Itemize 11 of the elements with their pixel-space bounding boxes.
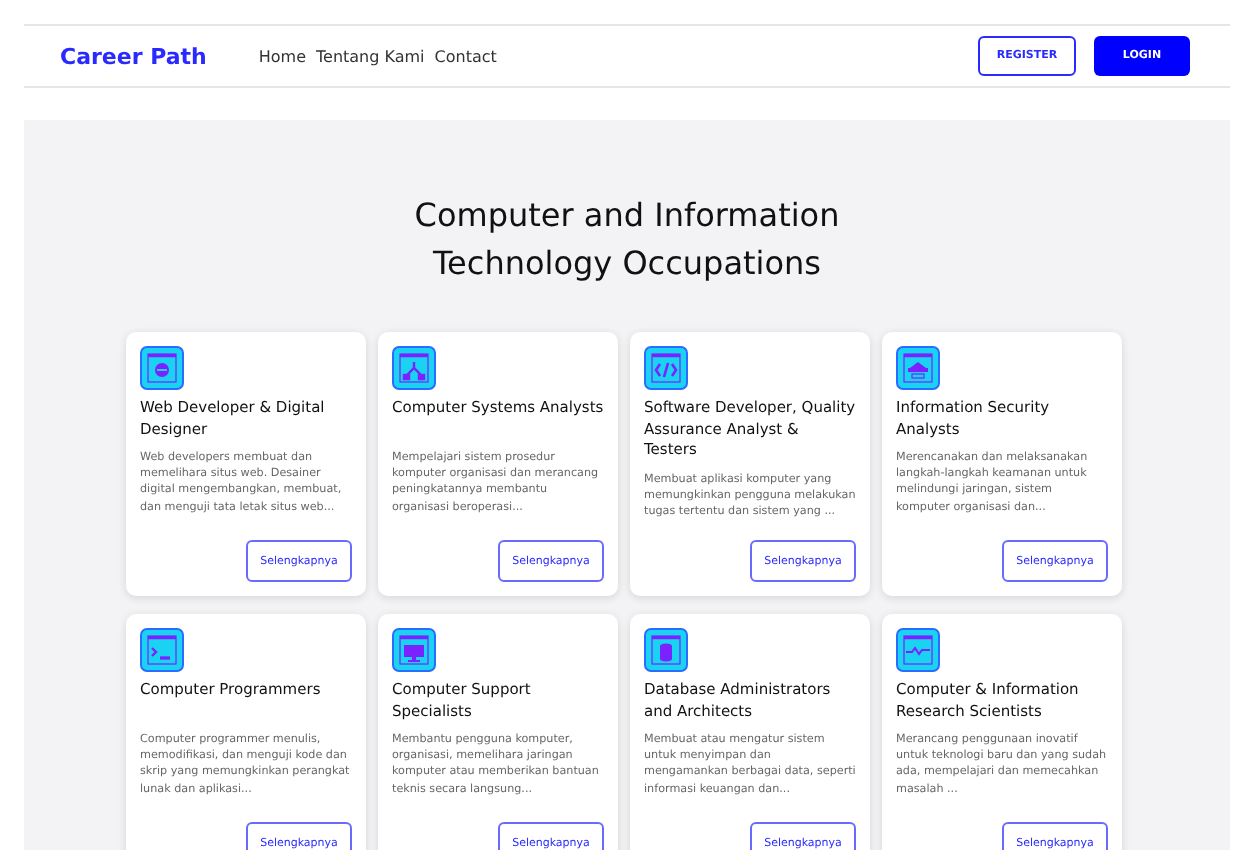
code-window-icon bbox=[644, 346, 688, 390]
nav-link[interactable]: Tentang Kami bbox=[316, 47, 425, 65]
pulse-window-icon bbox=[896, 628, 940, 672]
terminal-window-icon bbox=[140, 628, 184, 672]
page-heading: Computer and Information Technology Occupations bbox=[412, 194, 842, 286]
monitor-window-icon bbox=[392, 628, 436, 672]
database-window-icon bbox=[644, 628, 688, 672]
brand-logo[interactable]: Career Path bbox=[60, 43, 207, 69]
nav-link[interactable]: Contact bbox=[434, 47, 497, 65]
nav-link[interactable]: Home bbox=[258, 47, 306, 65]
hierarchy-window-icon bbox=[392, 346, 436, 390]
